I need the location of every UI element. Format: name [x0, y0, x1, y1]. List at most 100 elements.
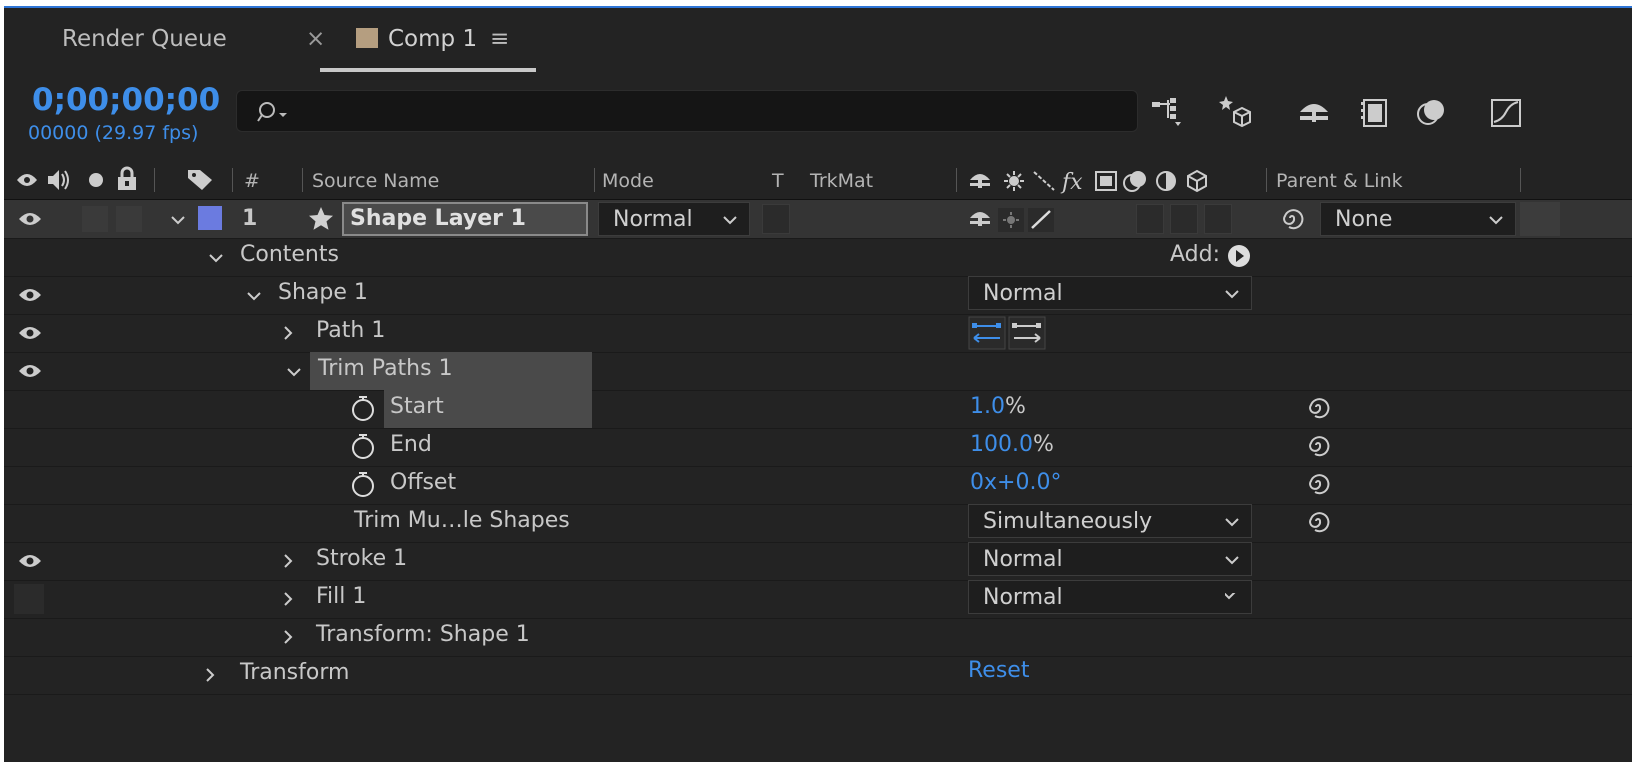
audio-switch-header-icon[interactable]: [46, 168, 72, 192]
motion-blur-icon[interactable]: [1412, 92, 1452, 132]
trim-multiple-dropdown[interactable]: Simultaneously: [968, 504, 1252, 538]
chevron-down-icon: [723, 216, 737, 225]
search-input[interactable]: [236, 90, 1138, 132]
current-time-display[interactable]: 0;00;00;00: [32, 82, 220, 118]
transform-row[interactable]: Transform Reset: [4, 656, 1632, 695]
column-mode: Mode: [602, 170, 654, 192]
chevron-down-icon: [1225, 593, 1236, 600]
pick-whip-icon[interactable]: [1304, 431, 1332, 459]
column-t: T: [772, 170, 784, 192]
eye-icon[interactable]: [18, 210, 42, 228]
stopwatch-icon[interactable]: [350, 470, 376, 498]
chevron-down-icon[interactable]: [246, 288, 262, 304]
solo-header-icon[interactable]: [88, 172, 104, 188]
end-value-group[interactable]: 100.0%: [970, 432, 1054, 457]
layer-name-field[interactable]: Shape Layer 1: [342, 202, 588, 236]
start-value-group[interactable]: 1.0%: [970, 394, 1026, 419]
column-parent-link: Parent & Link: [1276, 170, 1403, 192]
fill1-visibility-off[interactable]: [14, 584, 44, 614]
layer-mode-dropdown[interactable]: Normal: [598, 202, 750, 236]
fill1-row[interactable]: Fill 1 Normal: [4, 580, 1632, 619]
path-direction-icons[interactable]: [968, 316, 1048, 350]
fill1-blend-dropdown[interactable]: Normal: [968, 580, 1252, 614]
offset-property-row[interactable]: Offset 0x+0.0°: [4, 466, 1632, 505]
chevron-right-icon[interactable]: [280, 591, 296, 607]
end-unit: %: [1032, 432, 1054, 457]
start-label: Start: [390, 394, 444, 419]
svg-text:fx: fx: [1060, 170, 1083, 194]
tab-close-icon[interactable]: ×: [306, 26, 325, 52]
shape1-row[interactable]: Shape 1 Normal: [4, 276, 1632, 315]
eye-icon[interactable]: [18, 324, 42, 342]
contents-label: Contents: [240, 242, 339, 267]
frame-count-display: 00000 (29.97 fps): [28, 122, 199, 144]
label-color-swatch[interactable]: [198, 206, 222, 230]
chevron-right-icon[interactable]: [280, 325, 296, 341]
start-unit: %: [1005, 394, 1026, 419]
layer-number: 1: [242, 206, 258, 231]
solo-switch[interactable]: [116, 206, 142, 232]
chevron-right-icon[interactable]: [280, 553, 296, 569]
stroke1-row[interactable]: Stroke 1 Normal: [4, 542, 1632, 581]
eye-icon[interactable]: [18, 552, 42, 570]
chevron-down-icon[interactable]: [208, 250, 224, 266]
reset-link[interactable]: Reset: [968, 658, 1029, 683]
eye-icon[interactable]: [18, 286, 42, 304]
trim-multiple-row[interactable]: Trim Mu…le Shapes Simultaneously: [4, 504, 1632, 543]
chevron-down-icon[interactable]: [286, 364, 302, 380]
offset-label: Offset: [390, 470, 457, 495]
panel-menu-icon[interactable]: ≡: [490, 26, 509, 52]
offset-value[interactable]: 0x+0.0°: [970, 470, 1061, 495]
shape1-label: Shape 1: [278, 280, 368, 305]
add-label: Add:: [1170, 242, 1221, 267]
3d-layer-switch[interactable]: [1204, 204, 1232, 234]
chevron-right-icon[interactable]: [280, 629, 296, 645]
transform-shape-row[interactable]: Transform: Shape 1: [4, 618, 1632, 657]
shape1-blend-dropdown[interactable]: Normal: [968, 276, 1252, 310]
trim-paths-row[interactable]: Trim Paths 1: [4, 352, 1632, 391]
chevron-down-icon: [1225, 290, 1239, 299]
adjustment-layer-switch[interactable]: [1170, 204, 1198, 234]
path1-label: Path 1: [316, 318, 386, 343]
chevron-right-icon[interactable]: [202, 667, 218, 683]
switches-header-icons: fx: [970, 169, 1207, 194]
eye-icon[interactable]: [18, 362, 42, 380]
column-trkmat: TrkMat: [810, 170, 874, 192]
contents-row[interactable]: Contents Add:: [4, 238, 1632, 277]
comp-color-swatch: [356, 28, 378, 48]
chevron-down-icon: [1225, 556, 1239, 565]
add-menu-icon[interactable]: [1226, 243, 1252, 269]
motion-blur-switch[interactable]: [1136, 204, 1164, 234]
lock-header-icon[interactable]: [116, 166, 138, 192]
layer-row[interactable]: 1 Shape Layer 1 Normal None: [4, 200, 1632, 239]
end-property-row[interactable]: End 100.0%: [4, 428, 1632, 467]
preserve-transparency-switch[interactable]: [762, 204, 790, 234]
shy-layers-icon[interactable]: [1294, 92, 1334, 132]
stroke1-blend-dropdown[interactable]: Normal: [968, 542, 1252, 576]
chevron-down-icon[interactable]: [170, 212, 186, 228]
layer-switches[interactable]: [966, 206, 1066, 232]
layer-row-end: [1520, 202, 1560, 236]
start-value[interactable]: 1.0: [970, 394, 1005, 419]
audio-switch[interactable]: [82, 206, 108, 232]
comp-mini-flowchart-icon[interactable]: [1148, 92, 1188, 132]
video-switch-header-icon[interactable]: [16, 170, 38, 190]
column-source-name[interactable]: Source Name: [312, 170, 439, 192]
pick-whip-icon[interactable]: [1304, 393, 1332, 421]
pick-whip-icon[interactable]: [1304, 469, 1332, 497]
pick-whip-icon[interactable]: [1278, 204, 1306, 232]
graph-editor-icon[interactable]: [1486, 92, 1526, 132]
draft-3d-icon[interactable]: [1216, 92, 1256, 132]
path1-row[interactable]: Path 1: [4, 314, 1632, 353]
stopwatch-icon[interactable]: [350, 394, 376, 422]
chevron-down-icon: [1225, 518, 1239, 527]
tab-render-queue[interactable]: Render Queue: [62, 26, 227, 52]
pick-whip-icon[interactable]: [1304, 507, 1332, 535]
parent-dropdown[interactable]: None: [1320, 202, 1516, 236]
label-tag-header-icon[interactable]: [186, 168, 214, 192]
stopwatch-icon[interactable]: [350, 432, 376, 460]
start-property-row[interactable]: Start 1.0%: [4, 390, 1632, 429]
frame-blending-icon[interactable]: [1356, 92, 1396, 132]
end-value[interactable]: 100.0: [970, 432, 1033, 457]
tab-comp-1[interactable]: Comp 1: [388, 26, 477, 52]
